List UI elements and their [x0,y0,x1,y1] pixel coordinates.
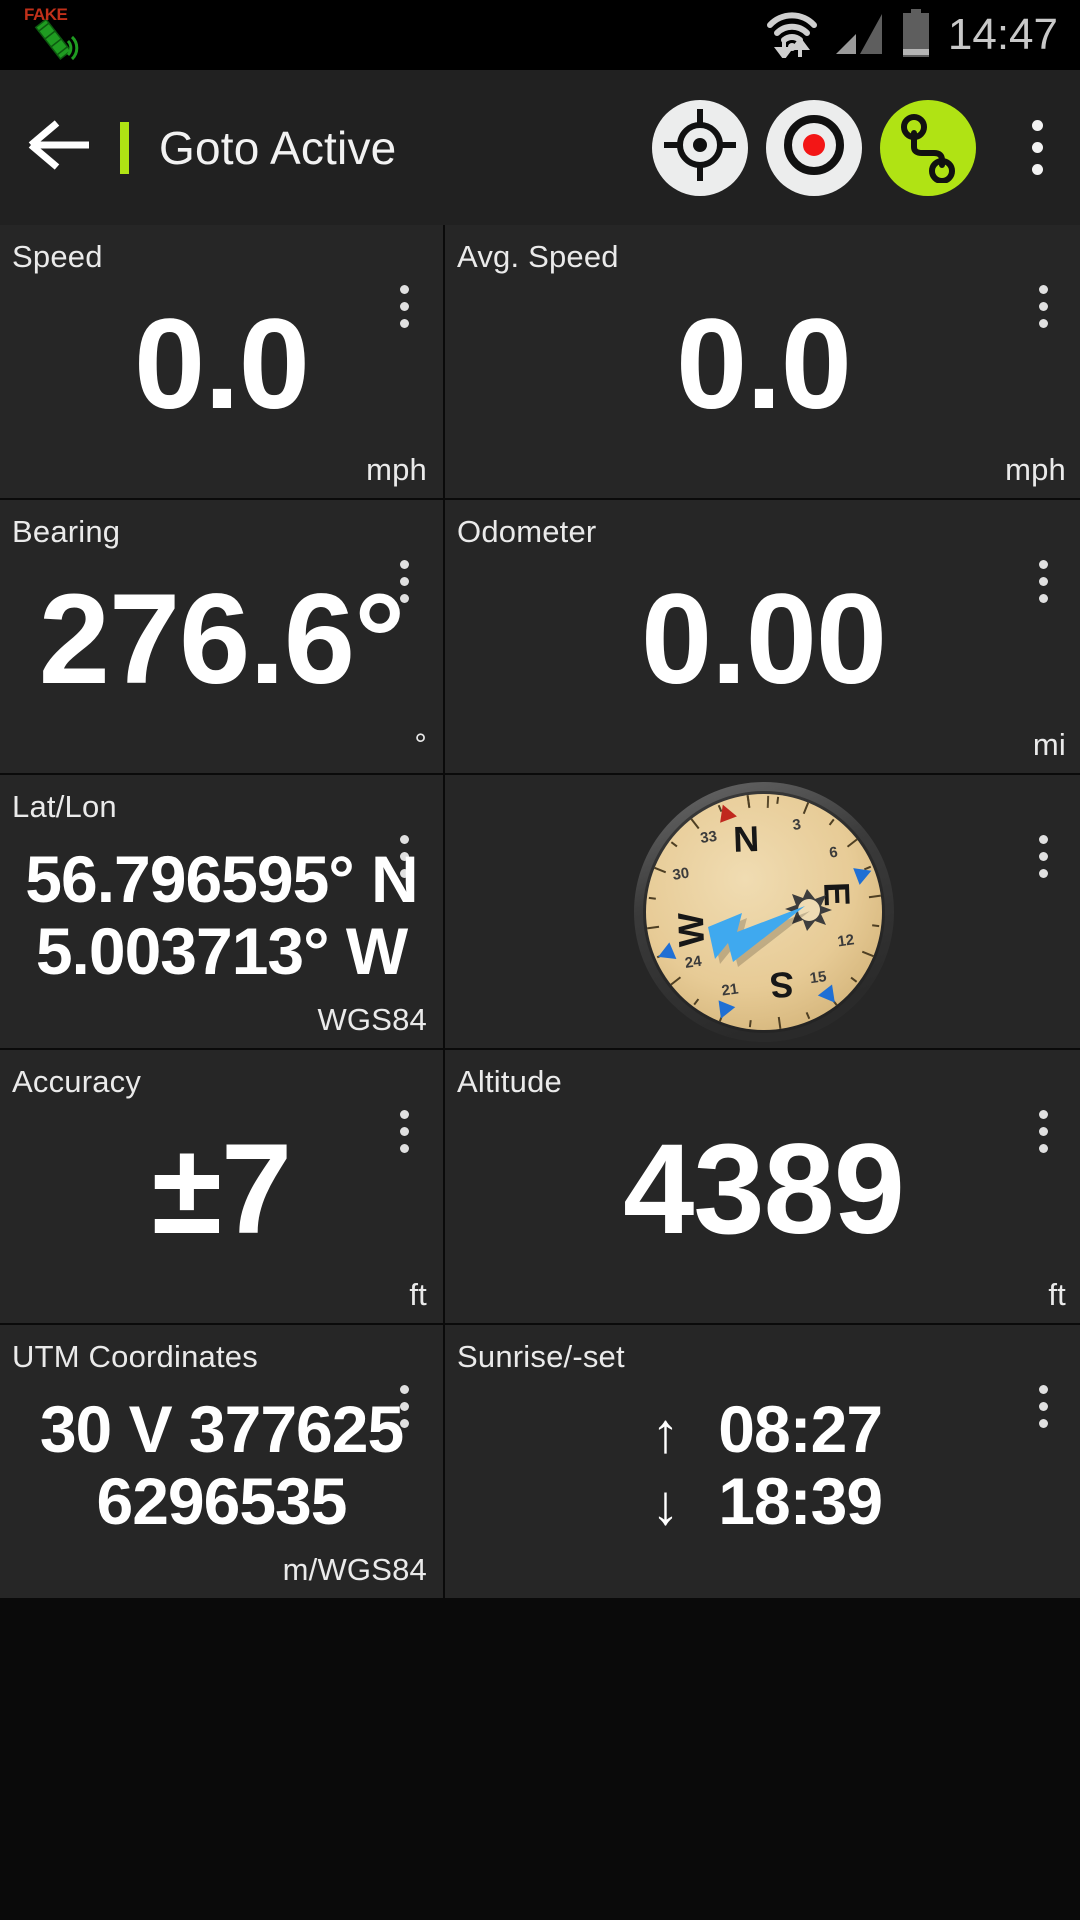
compass-tick-30: 30 [671,864,690,883]
tile-accuracy[interactable]: Accuracy ±7 ft [0,1050,443,1323]
tile-compass[interactable]: 3 6 12 15 21 24 30 33 N E S W [445,775,1080,1048]
status-bar: FAKE 14:47 [0,0,1080,70]
overflow-menu-icon [1031,164,1043,175]
tile-unit: ° [414,727,427,762]
compass-tick-21: 21 [720,980,739,999]
compass-tick-12: 12 [836,931,855,950]
compass-cardinal-s: S [769,964,794,1006]
tile-value: ↑ 08:27 ↓ 18:39 [445,1325,1080,1598]
page-title: Goto Active [159,121,397,174]
compass-tick-15: 15 [808,968,827,987]
battery-icon [900,8,932,62]
tile-odometer[interactable]: Odometer 0.00 mi [445,500,1080,773]
tile-value: 0.0 [676,292,852,436]
record-dot-icon [776,107,852,188]
compass-rose-icon: 3 6 12 15 21 24 30 33 N E S W [633,781,894,1042]
fake-gps-badge: FAKE [24,5,68,24]
sunrise-row: ↑ 08:27 [645,1396,883,1464]
record-track-button[interactable] [766,99,862,196]
compass-cardinal-w: W [669,912,711,947]
wifi-transfer-icon [766,8,818,63]
route-waypoint-icon [890,107,966,188]
tile-unit: ft [409,1277,427,1312]
dashboard-tile-grid: Speed 0.0 mph Avg. Speed 0.0 mph Bearing… [0,225,1080,1920]
tile-value: 4389 [623,1117,905,1261]
sunset-arrow-icon: ↓ [651,1472,679,1536]
tile-altitude[interactable]: Altitude 4389 ft [445,1050,1080,1323]
title-accent-bar [120,121,129,174]
cellular-signal-icon [834,10,884,61]
tile-unit: mi [1032,727,1066,762]
action-bar: Goto Active [0,70,1080,225]
status-bar-clock: 14:47 [947,10,1058,59]
center-crosshair-button[interactable] [652,99,748,196]
tile-avg-speed[interactable]: Avg. Speed 0.0 mph [445,225,1080,498]
longitude-value: 5.003713° W [35,913,408,988]
tile-unit: mph [1005,452,1066,487]
overflow-menu-icon [1031,142,1043,153]
tile-value: 0.00 [640,567,887,711]
tile-value: ±7 [151,1117,292,1261]
back-arrow-icon [27,119,93,176]
utm-zone-easting: 30 V 377625 [39,1391,404,1466]
compass-cardinal-n: N [732,818,759,860]
status-bar-right: 14:47 [766,8,1080,63]
tile-utm-coordinates[interactable]: UTM Coordinates 30 V 377625 6296535 m/WG… [0,1325,443,1598]
status-bar-left: FAKE [0,5,92,63]
overflow-menu-button[interactable] [994,70,1080,225]
compass-widget: 3 6 12 15 21 24 30 33 N E S W [445,775,1080,1048]
compass-cardinal-e: E [816,881,858,906]
sunrise-arrow-icon: ↑ [651,1400,679,1464]
route-waypoints-button[interactable] [880,99,976,196]
crosshair-target-icon [662,107,738,188]
utm-northing: 6296535 [96,1463,348,1538]
tile-sunrise-sunset[interactable]: Sunrise/-set ↑ 08:27 ↓ 18:39 [445,1325,1080,1598]
tile-bearing[interactable]: Bearing 276.6° ° [0,500,443,773]
tile-unit: mph [366,452,427,487]
tile-speed[interactable]: Speed 0.0 mph [0,225,443,498]
sunset-row: ↓ 18:39 [645,1468,883,1536]
compass-tick-33: 33 [699,827,718,846]
action-bar-icons [634,99,986,196]
latitude-value: 56.796595° N [25,841,418,916]
satellite-icon: FAKE [22,5,92,63]
back-button[interactable] [0,70,120,225]
sunrise-time: 08:27 [718,1391,883,1466]
overflow-menu-icon [1031,120,1043,131]
tile-value: 276.6° [38,567,406,711]
sunset-time: 18:39 [718,1463,883,1538]
tile-lat-lon[interactable]: Lat/Lon 56.796595° N 5.003713° W WGS84 [0,775,443,1048]
tile-unit: ft [1048,1277,1066,1312]
compass-tick-24: 24 [683,952,703,971]
tile-unit: WGS84 [317,1002,427,1037]
tile-unit: m/WGS84 [282,1552,427,1587]
